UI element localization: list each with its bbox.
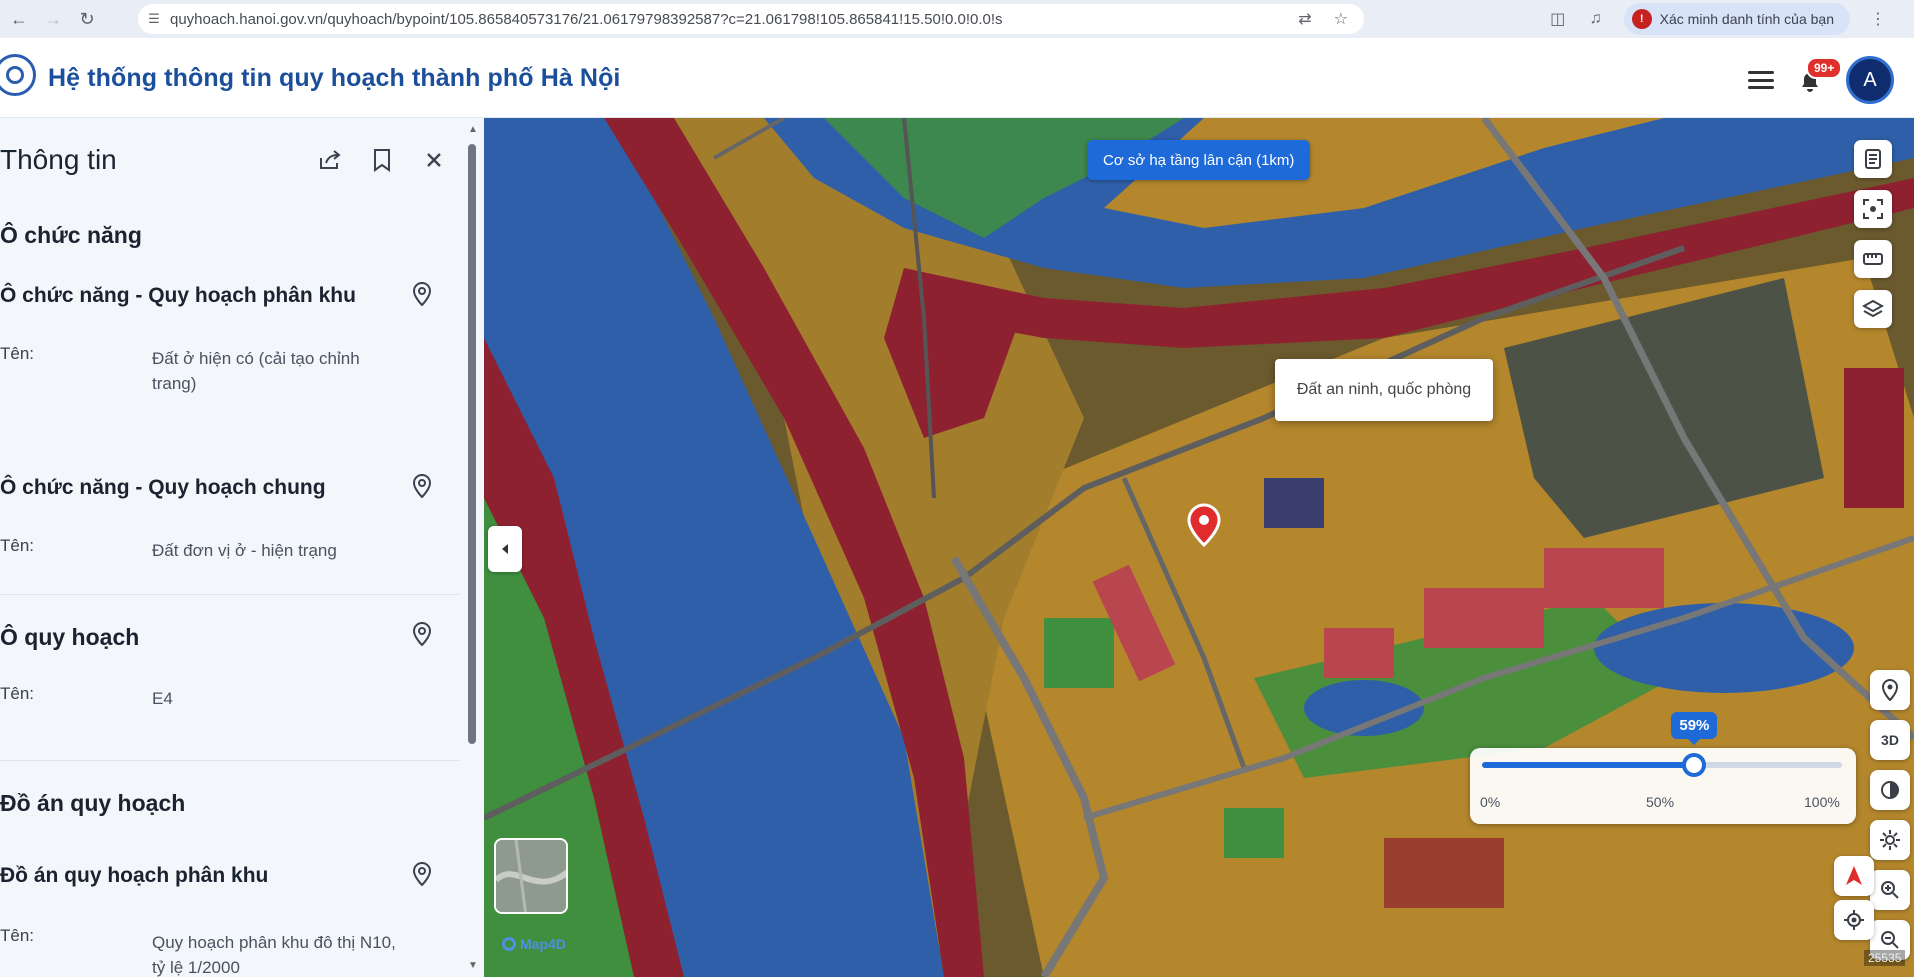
planning-map[interactable]: Cơ sở hạ tầng lân cận (1km) Đất an ninh,… <box>484 118 1914 977</box>
settings-gear-icon[interactable] <box>1870 820 1910 860</box>
section-title-plan-cell: Ô quy hoạch <box>0 624 140 650</box>
panel-scrollbar[interactable] <box>468 144 476 744</box>
app-title: Hệ thống thông tin quy hoạch thành phố H… <box>48 64 621 92</box>
divider <box>0 760 460 761</box>
collapse-panel-button[interactable] <box>488 526 522 572</box>
section-title-project: Đồ án quy hoạch <box>0 790 186 816</box>
pin-drop-icon[interactable] <box>1870 670 1910 710</box>
opacity-track[interactable]: 59% 0% 50% 100% <box>1480 712 1842 810</box>
browser-toolbar: ← → ↻ ☰ quyhoach.hanoi.gov.vn/quyhoach/b… <box>0 0 1914 38</box>
notification-badge: 99+ <box>1806 57 1843 79</box>
view-3d-button[interactable]: 3D <box>1870 720 1910 760</box>
layer-opacity-slider[interactable]: 59% 0% 50% 100% <box>1470 712 1856 824</box>
filter-settings-icon[interactable] <box>1748 69 1774 91</box>
scan-icon[interactable] <box>1854 190 1892 228</box>
location-pin-icon[interactable] <box>412 281 434 307</box>
field-value-zoning-project: Quy hoạch phân khu đô thị N10, tỷ lệ 1/2… <box>152 933 396 977</box>
contrast-icon[interactable] <box>1870 770 1910 810</box>
verify-identity-button[interactable]: ! Xác minh danh tính của bạn <box>1623 3 1850 35</box>
map-scale-label: 25535 <box>1864 950 1906 966</box>
land-use-tooltip: Đất an ninh, quốc phòng <box>1275 359 1493 421</box>
share-icon[interactable] <box>316 146 344 174</box>
location-marker-icon[interactable] <box>1187 503 1221 548</box>
kebab-menu-icon[interactable]: ⋮ <box>1868 9 1888 29</box>
field-value-general-function: Đất đơn vị ở - hiện trạng <box>152 541 337 560</box>
avatar[interactable]: A <box>1846 56 1894 104</box>
panel-title: Thông tin <box>0 144 117 175</box>
field-label: Tên: <box>0 536 35 555</box>
reload-icon[interactable]: ↻ <box>72 4 102 34</box>
layers-icon[interactable] <box>1854 290 1892 328</box>
opacity-tick-max: 100% <box>1804 794 1840 810</box>
subsection-title-zoning-function: Ô chức năng - Quy hoạch phân khu <box>0 284 356 307</box>
opacity-fill <box>1482 762 1695 768</box>
divider <box>0 594 460 595</box>
my-location-icon[interactable] <box>1834 900 1874 940</box>
compass-north-icon[interactable] <box>1834 856 1874 896</box>
field-label: Tên: <box>0 344 35 363</box>
field-value-zoning-function: Đất ở hiện có (cải tạo chỉnh trang) <box>152 349 360 393</box>
section-title-land-function: Ô chức năng <box>0 222 142 248</box>
field-label: Tên: <box>0 684 35 703</box>
bookmark-icon[interactable] <box>368 146 396 174</box>
location-pin-icon[interactable] <box>412 621 434 647</box>
opacity-tick-mid: 50% <box>1646 794 1675 810</box>
info-panel: Thông tin Ô chức năng Ô chức năng - Quy … <box>0 118 484 977</box>
back-icon[interactable]: ← <box>4 4 34 34</box>
url-text[interactable]: quyhoach.hanoi.gov.vn/quyhoach/bypoint/1… <box>170 11 1298 28</box>
location-pin-icon[interactable] <box>412 473 434 499</box>
map4d-brand-label: Map4D <box>520 936 566 952</box>
location-pin-icon[interactable] <box>412 861 434 887</box>
verify-identity-label: Xác minh danh tính của bạn <box>1659 11 1834 27</box>
opacity-tick-min: 0% <box>1480 794 1501 810</box>
media-icon[interactable]: ♫ <box>1586 10 1606 28</box>
scroll-up-icon[interactable]: ▲ <box>468 124 478 135</box>
subsection-title-general-function: Ô chức năng - Quy hoạch chung <box>0 476 326 499</box>
close-icon[interactable] <box>420 146 448 174</box>
address-bar[interactable]: ☰ quyhoach.hanoi.gov.vn/quyhoach/bypoint… <box>138 4 1364 34</box>
notification-bell-icon[interactable]: 99+ <box>1796 57 1843 95</box>
translate-icon[interactable]: ⇄ <box>1298 9 1311 29</box>
opacity-thumb[interactable] <box>1682 753 1707 777</box>
site-settings-icon[interactable]: ☰ <box>138 11 170 27</box>
field-label: Tên: <box>0 926 35 945</box>
bookmark-star-icon[interactable]: ☆ <box>1334 9 1348 29</box>
nearby-infrastructure-button[interactable]: Cơ sở hạ tầng lân cận (1km) <box>1087 140 1311 180</box>
map4d-logo: Map4D <box>502 936 566 952</box>
document-icon[interactable] <box>1854 140 1892 178</box>
map-canvas[interactable] <box>484 118 1914 977</box>
alert-icon: ! <box>1631 9 1652 29</box>
subsection-title-zoning-project: Đồ án quy hoạch phân khu <box>0 864 269 887</box>
zoom-in-icon[interactable] <box>1870 870 1910 910</box>
forward-icon[interactable]: → <box>38 4 68 34</box>
extensions-icon[interactable]: ◫ <box>1548 9 1568 29</box>
opacity-value-bubble: 59% <box>1671 712 1718 745</box>
app-logo[interactable] <box>0 54 36 96</box>
app-header: Hệ thống thông tin quy hoạch thành phố H… <box>0 38 1914 118</box>
scroll-down-icon[interactable]: ▼ <box>468 960 478 971</box>
measure-icon[interactable] <box>1854 240 1892 278</box>
field-value-plan-cell: E4 <box>152 689 173 708</box>
basemap-switcher[interactable] <box>494 838 568 914</box>
